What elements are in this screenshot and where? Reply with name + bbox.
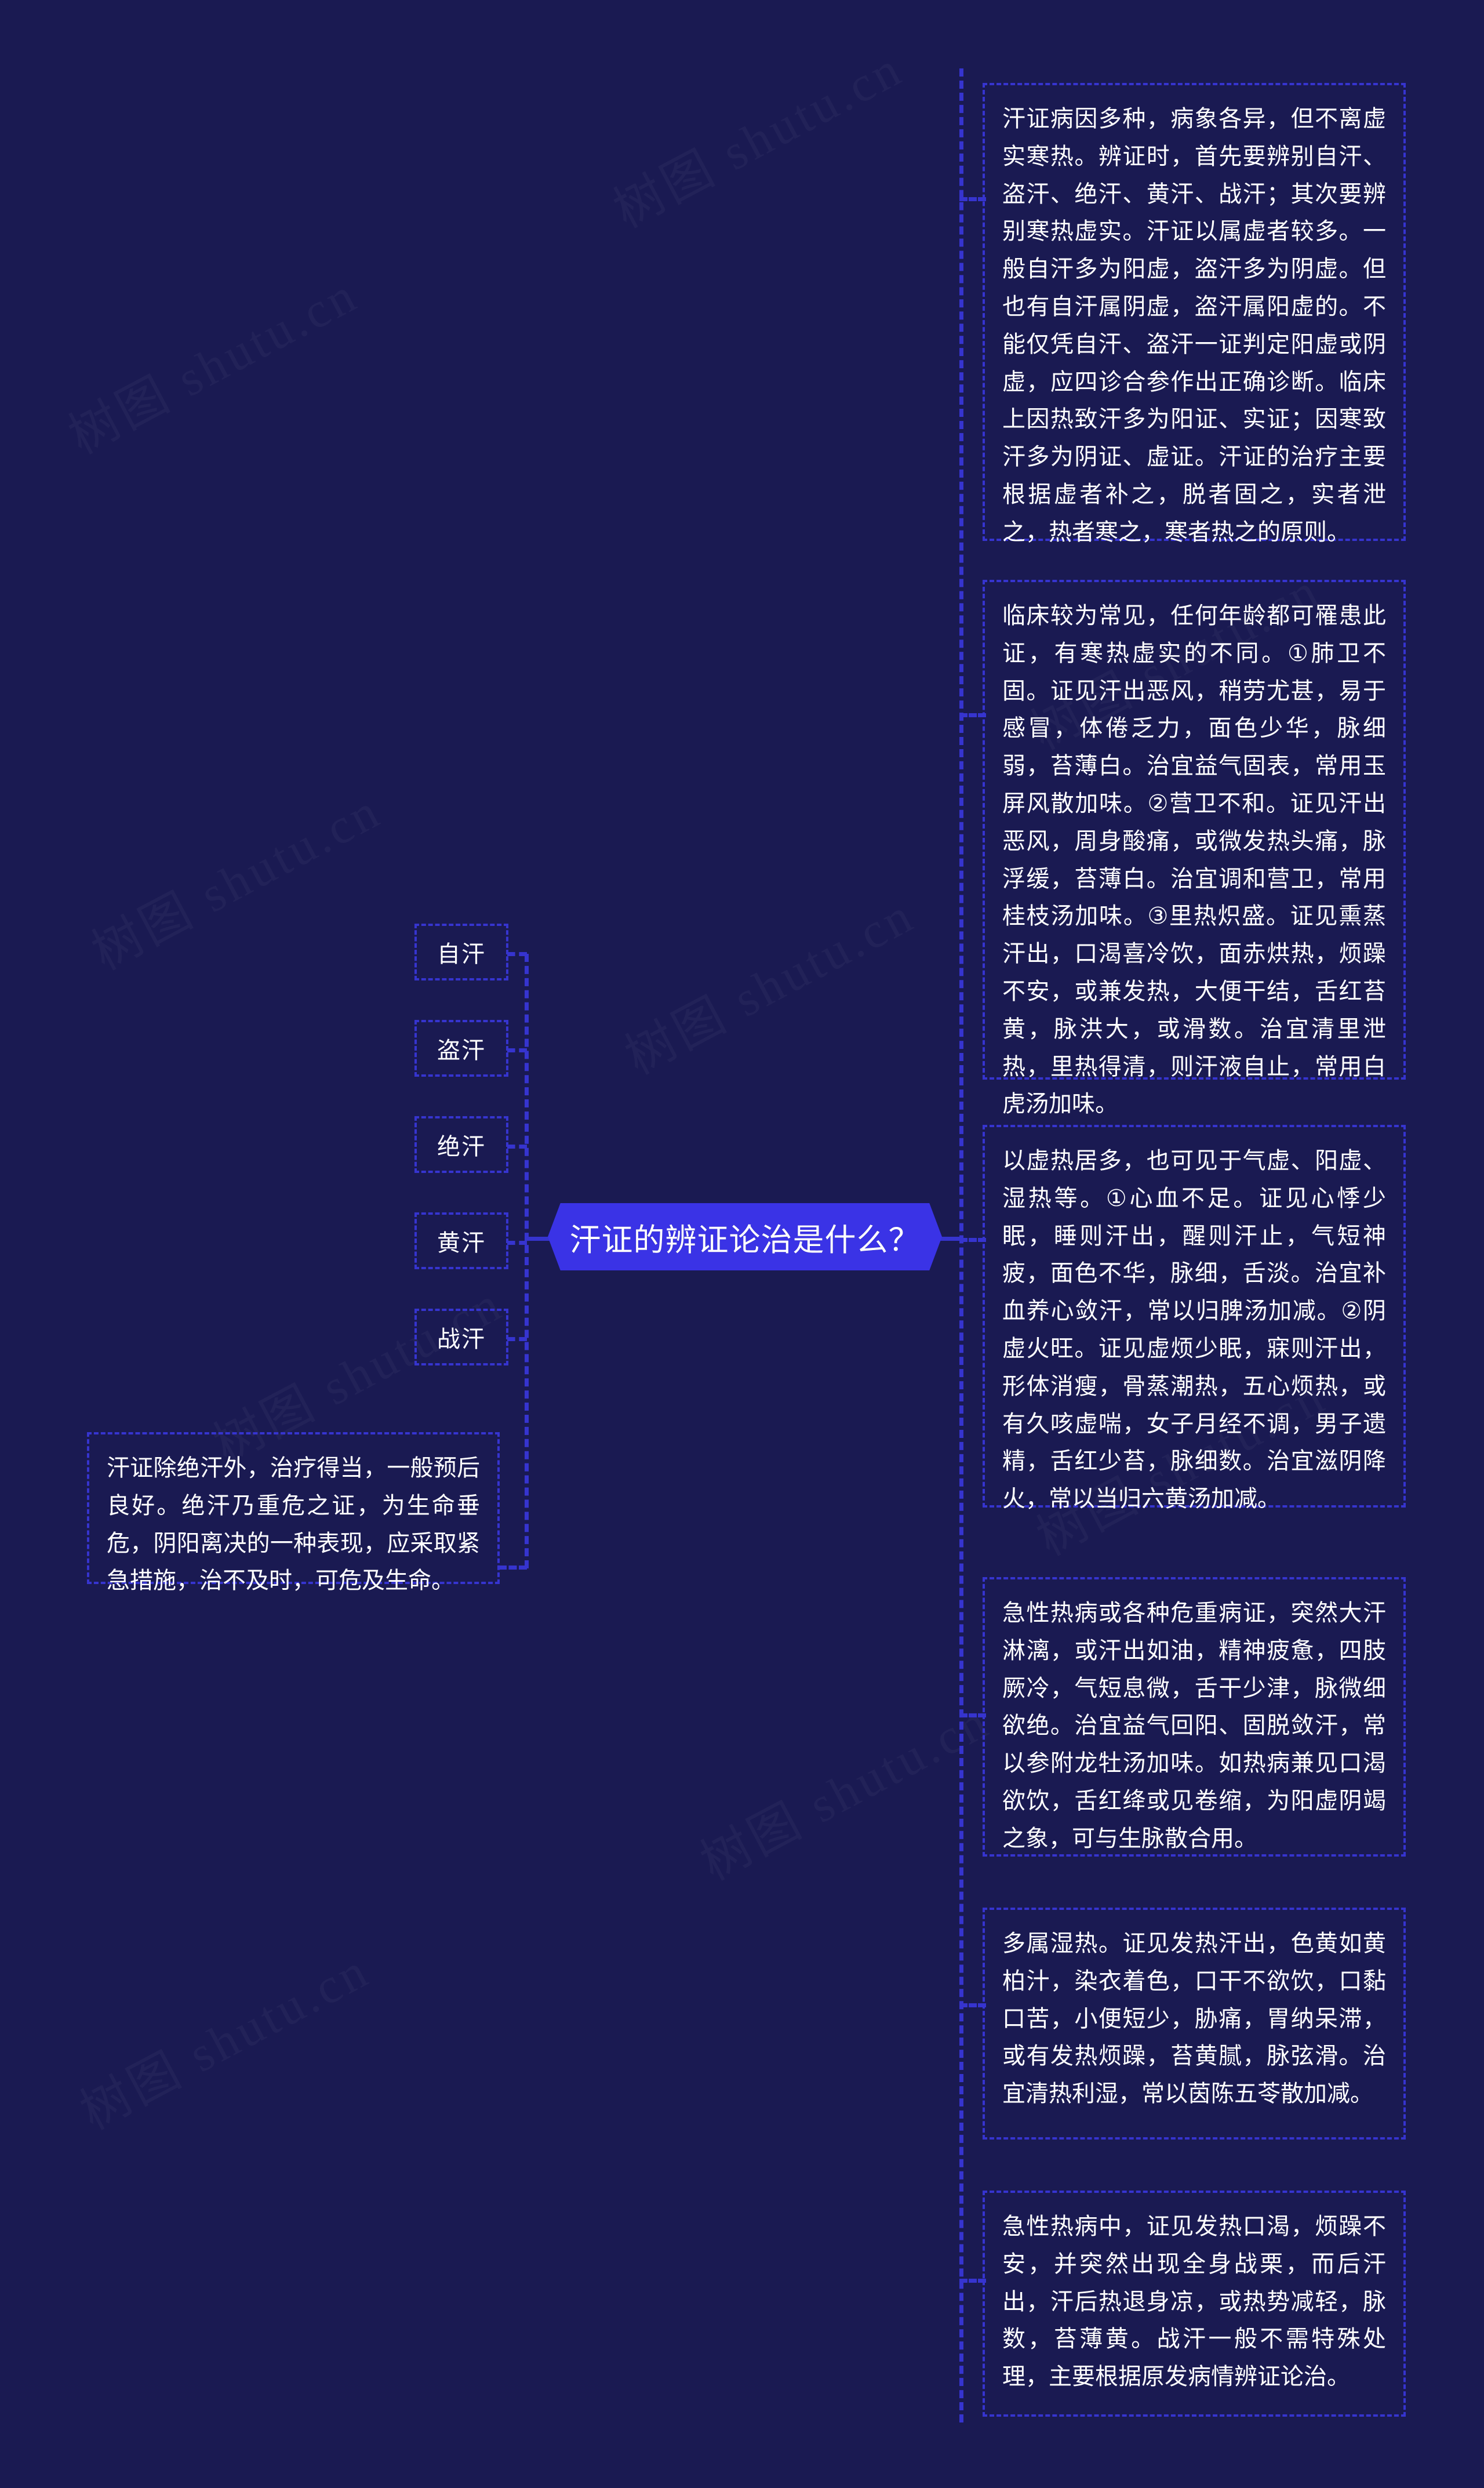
connector-left-leaf-4 bbox=[507, 1241, 527, 1245]
connector-left-leaf-3 bbox=[507, 1145, 527, 1149]
connector-right-inner-spine bbox=[959, 68, 963, 2422]
left-leaf-daohan[interactable]: 盗汗 bbox=[414, 1020, 508, 1077]
watermark: 树图 shutu.cn bbox=[599, 28, 914, 242]
watermark: 树图 shutu.cn bbox=[686, 1681, 1001, 1894]
connector-left-leaf-6 bbox=[499, 1566, 527, 1570]
left-leaf-zihan[interactable]: 自汗 bbox=[414, 924, 508, 980]
connector-left-leaf-2 bbox=[507, 1048, 527, 1052]
left-leaf-huanghan[interactable]: 黄汗 bbox=[414, 1212, 508, 1269]
connector-left-spine bbox=[525, 954, 529, 1568]
watermark: 树图 shutu.cn bbox=[610, 875, 925, 1088]
connector-left-leaf-5 bbox=[507, 1337, 527, 1341]
mindmap-canvas: 树图 shutu.cn 树图 shutu.cn 树图 shutu.cn 树图 s… bbox=[0, 0, 1484, 2488]
right-box-zhanhan-detail[interactable]: 急性热病中，证见发热口渴，烦躁不安，并突然出现全身战栗，而后汗出，汗后热退身凉，… bbox=[983, 2191, 1406, 2417]
watermark: 树图 shutu.cn bbox=[66, 1930, 380, 2144]
left-leaf-juehan[interactable]: 绝汗 bbox=[414, 1116, 508, 1173]
right-box-overview[interactable]: 汗证病因多种，病象各异，但不离虚实寒热。辨证时，首先要辨别自汗、盗汗、绝汗、黄汗… bbox=[983, 83, 1406, 545]
center-node[interactable]: 汗证的辨证论治是什么？ bbox=[548, 1203, 942, 1270]
connector-left-leaf-1 bbox=[507, 952, 527, 956]
right-box-huanghan-detail[interactable]: 多属湿热。证见发热汗出，色黄如黄柏汁，染衣着色，口干不欲饮，口黏口苦，小便短少，… bbox=[983, 1908, 1406, 2140]
watermark: 树图 shutu.cn bbox=[77, 771, 392, 984]
right-box-zihan-detail[interactable]: 临床较为常见，任何年龄都可罹患此证，有寒热虚实的不同。①肺卫不固。证见汗出恶风，… bbox=[983, 580, 1406, 1117]
left-prognosis-box[interactable]: 汗证除绝汗外，治疗得当，一般预后良好。绝汗乃重危之证，为生命垂危，阴阳离决的一种… bbox=[87, 1432, 500, 1593]
right-box-juehan-detail[interactable]: 急性热病或各种危重病证，突然大汗淋漓，或汗出如油，精神疲惫，四肢厥冷，气短息微，… bbox=[983, 1577, 1406, 1857]
left-leaf-zhanhan[interactable]: 战汗 bbox=[414, 1309, 508, 1365]
right-box-daohan-detail[interactable]: 以虚热居多，也可见于气虚、阳虚、湿热等。①心血不足。证见心悸少眠，睡则汗出，醒则… bbox=[983, 1125, 1406, 1512]
watermark: 树图 shutu.cn bbox=[54, 255, 369, 468]
